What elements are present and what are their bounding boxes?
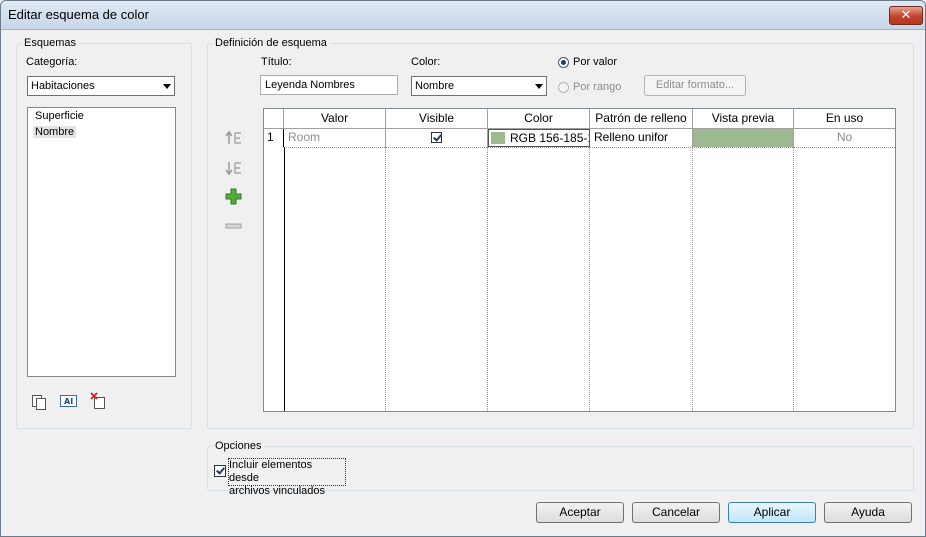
apply-button[interactable]: Aplicar [728, 502, 816, 523]
close-icon: ✕ [900, 7, 912, 22]
color-select-value: Nombre [415, 80, 455, 92]
list-item[interactable]: Superficie [33, 110, 86, 122]
by-value-label: Por valor [573, 56, 618, 68]
column-divider [793, 147, 794, 411]
preview-cell [693, 129, 794, 147]
chevron-down-icon [535, 84, 543, 89]
schemes-group-label: Esquemas [21, 37, 79, 49]
by-range-label: Por rango [573, 81, 622, 93]
column-header[interactable]: Patrón de relleno [590, 109, 693, 129]
include-linked-line1: Incluir elementos desde [229, 459, 313, 484]
title-input[interactable]: Leyenda Nombres [260, 75, 398, 95]
window-title: Editar esquema de color [8, 7, 149, 22]
column-divider [692, 147, 693, 411]
title-label: Título: [261, 56, 292, 68]
color-swatch [491, 132, 505, 144]
include-linked-label[interactable]: Incluir elementos desde archivos vincula… [228, 458, 346, 497]
column-header[interactable]: Valor [284, 109, 386, 129]
title-bar[interactable]: Editar esquema de color ✕ [1, 1, 925, 30]
schemes-list[interactable]: Superficie Nombre [27, 107, 176, 377]
column-header[interactable]: Vista previa [693, 109, 794, 129]
include-linked-checkbox[interactable] [214, 465, 226, 477]
column-divider [385, 147, 386, 411]
row-number: 1 [264, 129, 284, 147]
visible-checkbox[interactable] [431, 132, 442, 143]
dialog-window: Editar esquema de color ✕ Esquemas Categ… [0, 0, 926, 537]
help-button[interactable]: Ayuda [824, 502, 912, 523]
category-select[interactable]: Habitaciones [27, 76, 175, 96]
by-value-radio[interactable] [558, 57, 569, 68]
in-use-cell: No [836, 130, 853, 144]
row-number-divider [284, 147, 285, 411]
color-cell[interactable]: RGB 156-185-1 [488, 129, 590, 147]
by-range-radio[interactable] [558, 82, 569, 93]
list-item[interactable]: Nombre [33, 126, 77, 138]
rename-icon[interactable]: AI [60, 394, 77, 408]
value-cell[interactable]: Room [284, 129, 386, 147]
column-divider [589, 147, 590, 411]
column-header[interactable]: En uso [794, 109, 895, 129]
category-label: Categoría: [26, 56, 78, 68]
chevron-down-icon [163, 84, 171, 89]
edit-format-button[interactable]: Editar formato... [644, 75, 746, 96]
column-header[interactable]: Color [488, 109, 590, 129]
svg-text:AI: AI [64, 397, 73, 406]
include-linked-line2: archivos vinculados [229, 485, 325, 497]
color-select[interactable]: Nombre [411, 76, 547, 96]
column-divider [487, 147, 488, 411]
column-header[interactable]: Visible [386, 109, 488, 129]
cancel-button[interactable]: Cancelar [632, 502, 720, 523]
add-icon[interactable] [225, 188, 242, 205]
move-down-icon[interactable] [225, 160, 243, 176]
definition-group-label: Definición de esquema [212, 37, 330, 49]
category-select-value: Habitaciones [31, 80, 95, 92]
duplicate-icon[interactable] [31, 394, 47, 410]
close-button[interactable]: ✕ [889, 6, 923, 25]
visible-cell[interactable] [386, 129, 488, 147]
scheme-grid[interactable]: Valor Visible Color Patrón de relleno Vi… [263, 108, 896, 412]
accept-button[interactable]: Aceptar [536, 502, 624, 523]
grid-corner [264, 109, 284, 129]
pattern-cell[interactable]: Relleno unifor [590, 129, 693, 147]
color-label: Color: [411, 56, 441, 68]
color-value: RGB 156-185-1 [510, 131, 590, 145]
move-up-icon[interactable] [225, 130, 243, 146]
options-group-label: Opciones [212, 440, 265, 452]
delete-icon[interactable] [90, 392, 107, 410]
remove-icon[interactable] [225, 222, 242, 230]
